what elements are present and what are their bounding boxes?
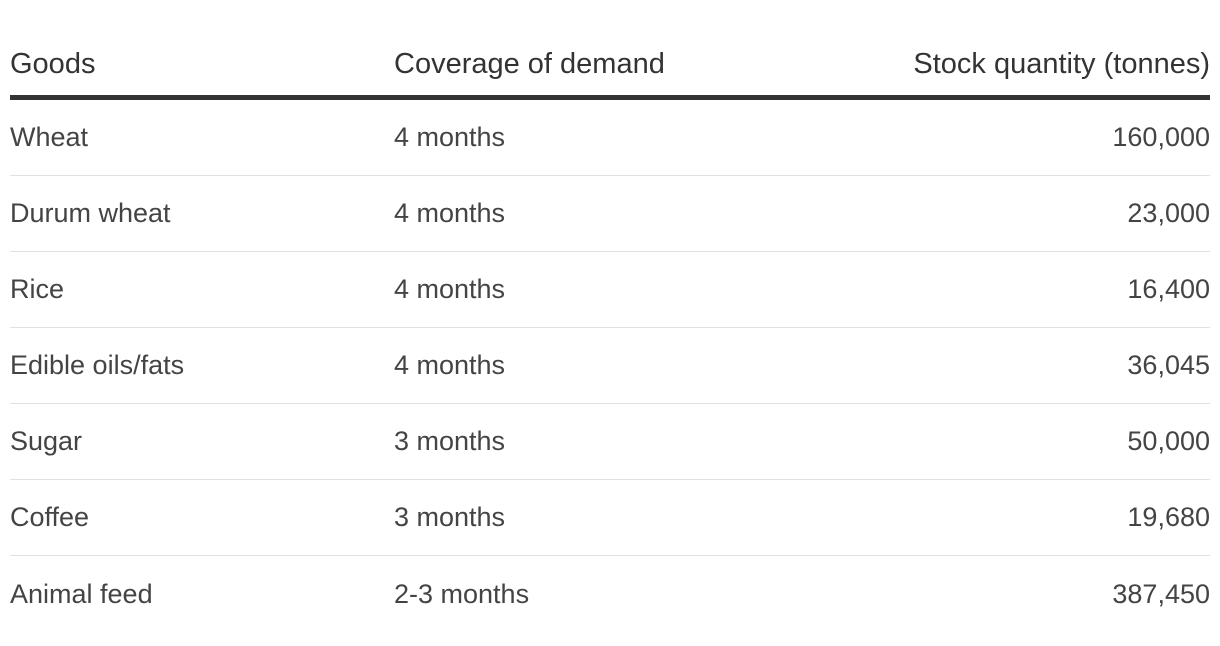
cell-goods: Rice	[10, 274, 65, 304]
cell-goods: Animal feed	[10, 578, 153, 609]
cell-goods: Wheat	[10, 122, 89, 152]
cell-stock-quantity: 160,000	[1112, 122, 1210, 152]
table-row: Edible oils/fats 4 months 36,045	[10, 328, 1210, 404]
table-row: Coffee 3 months 19,680	[10, 480, 1210, 556]
cell-goods: Coffee	[10, 502, 90, 532]
cell-stock-quantity: 23,000	[1127, 198, 1210, 228]
cell-coverage: 4 months	[394, 122, 506, 152]
table-row: Wheat 4 months 160,000	[10, 100, 1210, 176]
cell-goods: Durum wheat	[10, 198, 171, 228]
cell-goods: Edible oils/fats	[10, 350, 185, 380]
table-row: Durum wheat 4 months 23,000	[10, 176, 1210, 252]
cell-goods: Sugar	[10, 426, 83, 456]
table-row: Sugar 3 months 50,000	[10, 404, 1210, 480]
cell-coverage: 4 months	[394, 350, 506, 380]
cell-coverage: 4 months	[394, 198, 506, 228]
cell-stock-quantity: 387,450	[1112, 578, 1210, 609]
cell-stock-quantity: 36,045	[1127, 350, 1210, 380]
table-row: Rice 4 months 16,400	[10, 252, 1210, 328]
cell-coverage: 3 months	[394, 426, 506, 456]
cell-coverage: 4 months	[394, 274, 506, 304]
table-row: Animal feed 2-3 months 387,450	[10, 556, 1210, 632]
cell-coverage: 2-3 months	[394, 578, 530, 609]
stock-table: Goods Coverage of demand Stock quantity …	[10, 34, 1210, 632]
table-header-row: Goods Coverage of demand Stock quantity …	[10, 34, 1210, 100]
header-goods: Goods	[10, 48, 96, 80]
cell-stock-quantity: 50,000	[1127, 426, 1210, 456]
cell-stock-quantity: 16,400	[1127, 274, 1210, 304]
header-stock-quantity: Stock quantity (tonnes)	[913, 48, 1210, 80]
cell-stock-quantity: 19,680	[1127, 502, 1210, 532]
cell-coverage: 3 months	[394, 502, 506, 532]
header-coverage-of-demand: Coverage of demand	[394, 48, 665, 80]
